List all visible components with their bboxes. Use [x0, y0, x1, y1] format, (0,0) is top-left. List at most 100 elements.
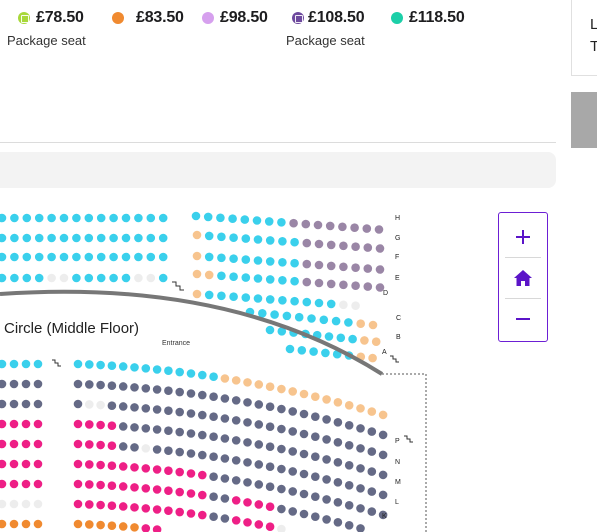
- seat[interactable]: [311, 412, 320, 421]
- seat[interactable]: [299, 509, 309, 519]
- seat[interactable]: [278, 237, 287, 246]
- seat[interactable]: [254, 380, 264, 389]
- seat[interactable]: [10, 273, 19, 283]
- seat[interactable]: [198, 410, 207, 420]
- seat[interactable]: [220, 454, 230, 463]
- seat[interactable]: [186, 389, 196, 398]
- seat[interactable]: [321, 348, 330, 358]
- seat[interactable]: [314, 298, 324, 308]
- seat[interactable]: [302, 238, 312, 248]
- seat[interactable]: [0, 519, 7, 529]
- seat[interactable]: [34, 252, 44, 262]
- seat[interactable]: [109, 233, 118, 243]
- seat[interactable]: [217, 253, 226, 263]
- seat[interactable]: [73, 479, 83, 489]
- seat[interactable]: [72, 252, 81, 262]
- seat[interactable]: [85, 420, 94, 429]
- seat[interactable]: [344, 318, 353, 327]
- seat[interactable]: [252, 216, 262, 225]
- seat[interactable]: [356, 524, 365, 532]
- seat[interactable]: [209, 452, 218, 462]
- seat[interactable]: [0, 252, 7, 262]
- seat[interactable]: [311, 472, 320, 481]
- seat[interactable]: [243, 498, 252, 507]
- seat[interactable]: [0, 459, 7, 469]
- seat-map-canvas[interactable]: H G F E D C B A P N M L K: [0, 196, 440, 532]
- seat[interactable]: [265, 402, 275, 411]
- seat[interactable]: [73, 399, 83, 409]
- seat[interactable]: [9, 459, 19, 469]
- seat[interactable]: [9, 379, 19, 389]
- seat[interactable]: [301, 219, 311, 229]
- seat[interactable]: [186, 429, 196, 438]
- seat[interactable]: [322, 395, 331, 404]
- seat[interactable]: [158, 273, 168, 283]
- seat[interactable]: [229, 254, 238, 263]
- seat[interactable]: [322, 495, 331, 504]
- seat[interactable]: [378, 410, 388, 420]
- seat[interactable]: [47, 233, 56, 243]
- seat[interactable]: [34, 273, 44, 283]
- seat[interactable]: [324, 332, 334, 341]
- seat[interactable]: [331, 316, 341, 326]
- seat[interactable]: [344, 460, 354, 470]
- seat[interactable]: [204, 231, 214, 241]
- seat[interactable]: [265, 522, 275, 531]
- seat[interactable]: [326, 261, 336, 271]
- seat[interactable]: [96, 460, 105, 470]
- seat[interactable]: [278, 258, 287, 267]
- seat[interactable]: [367, 467, 377, 476]
- seat[interactable]: [351, 301, 360, 310]
- seat[interactable]: [164, 366, 173, 376]
- seat[interactable]: [367, 507, 377, 516]
- seat[interactable]: [9, 419, 19, 429]
- side-scroll-tab[interactable]: [571, 92, 597, 148]
- seat[interactable]: [85, 520, 94, 529]
- seat[interactable]: [375, 244, 385, 253]
- seat[interactable]: [368, 353, 377, 363]
- seat[interactable]: [241, 234, 251, 243]
- seat[interactable]: [356, 319, 366, 328]
- seat[interactable]: [265, 275, 275, 284]
- seat[interactable]: [326, 279, 336, 289]
- seat[interactable]: [10, 213, 19, 223]
- seat[interactable]: [220, 394, 230, 403]
- seat[interactable]: [175, 507, 184, 517]
- seat[interactable]: [243, 398, 252, 407]
- seat[interactable]: [96, 440, 105, 450]
- seat[interactable]: [96, 380, 105, 390]
- seat[interactable]: [73, 519, 83, 529]
- seat[interactable]: [118, 362, 128, 371]
- seat[interactable]: [134, 252, 143, 262]
- seat[interactable]: [204, 270, 214, 280]
- seat[interactable]: [21, 519, 31, 529]
- seat[interactable]: [164, 506, 173, 516]
- seat[interactable]: [85, 400, 94, 409]
- seat[interactable]: [288, 407, 298, 416]
- seat[interactable]: [10, 252, 19, 262]
- seat[interactable]: [73, 459, 83, 469]
- seat[interactable]: [356, 424, 365, 433]
- seat[interactable]: [85, 480, 94, 489]
- seat[interactable]: [231, 416, 241, 425]
- seat[interactable]: [146, 233, 156, 243]
- seat[interactable]: [33, 439, 43, 449]
- seat[interactable]: [0, 479, 7, 489]
- seat[interactable]: [336, 333, 346, 343]
- seat[interactable]: [351, 242, 360, 251]
- seat[interactable]: [220, 474, 230, 483]
- seat[interactable]: [109, 213, 118, 223]
- seat[interactable]: [186, 469, 196, 478]
- seat[interactable]: [186, 509, 196, 518]
- seat[interactable]: [175, 447, 184, 457]
- seat[interactable]: [314, 239, 324, 249]
- seat[interactable]: [322, 515, 331, 524]
- zoom-in-button[interactable]: [502, 217, 544, 257]
- seat[interactable]: [265, 442, 275, 451]
- seat[interactable]: [164, 406, 173, 416]
- seat[interactable]: [0, 439, 7, 449]
- seat[interactable]: [299, 449, 309, 459]
- seat[interactable]: [288, 467, 298, 476]
- seat[interactable]: [277, 404, 286, 414]
- seat[interactable]: [121, 252, 131, 262]
